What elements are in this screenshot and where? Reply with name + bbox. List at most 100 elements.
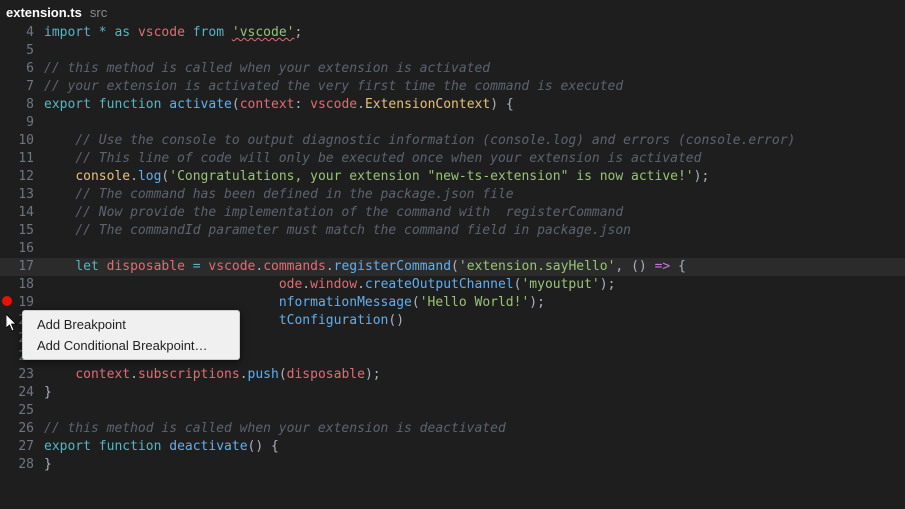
token [44, 223, 75, 238]
line-number[interactable]: 9 [0, 114, 44, 132]
token [130, 25, 138, 40]
code-content[interactable] [44, 42, 905, 60]
code-line[interactable]: 15 // The commandId parameter must match… [0, 222, 905, 240]
code-line[interactable]: 9 [0, 114, 905, 132]
token: ExtensionContext [365, 97, 490, 112]
line-number[interactable]: 25 [0, 402, 44, 420]
line-number[interactable]: 14 [0, 204, 44, 222]
line-number[interactable]: 17 [0, 258, 44, 276]
code-line[interactable]: 12 console.log('Congratulations, your ex… [0, 168, 905, 186]
line-number[interactable]: 16 [0, 240, 44, 258]
line-number[interactable]: 7 [0, 78, 44, 96]
code-line[interactable]: 28} [0, 456, 905, 474]
token: , () [615, 259, 654, 274]
line-number[interactable]: 18 [0, 276, 44, 294]
code-line[interactable]: 5 [0, 42, 905, 60]
code-line[interactable]: 25 [0, 402, 905, 420]
line-number[interactable]: 28 [0, 456, 44, 474]
token [224, 25, 232, 40]
gutter-context-menu[interactable]: Add Breakpoint Add Conditional Breakpoin… [22, 310, 240, 360]
code-content[interactable]: } [44, 456, 905, 474]
line-number[interactable]: 23 [0, 366, 44, 384]
code-content[interactable]: // This line of code will only be execut… [44, 150, 905, 168]
token [44, 133, 75, 148]
line-number[interactable]: 13 [0, 186, 44, 204]
token [44, 367, 75, 382]
token: . [357, 277, 365, 292]
token: from [193, 25, 224, 40]
token [99, 259, 107, 274]
token [91, 25, 99, 40]
token: ); [529, 295, 545, 310]
code-line[interactable]: 23 context.subscriptions.push(disposable… [0, 366, 905, 384]
code-content[interactable]: // Now provide the implementation of the… [44, 204, 905, 222]
code-content[interactable]: context.subscriptions.push(disposable); [44, 366, 905, 384]
token [44, 295, 279, 310]
token: () [388, 313, 404, 328]
code-content[interactable]: ode.window.createOutputChannel('myoutput… [44, 276, 905, 294]
token: function [99, 97, 162, 112]
code-content[interactable]: // The commandId parameter must match th… [44, 222, 905, 240]
code-line[interactable]: 14 // Now provide the implementation of … [0, 204, 905, 222]
token: ( [412, 295, 420, 310]
code-line[interactable]: 8export function activate(context: vscod… [0, 96, 905, 114]
menu-item-add-breakpoint[interactable]: Add Breakpoint [23, 314, 239, 335]
line-number[interactable]: 26 [0, 420, 44, 438]
line-number[interactable]: 12 [0, 168, 44, 186]
token [44, 187, 75, 202]
code-line[interactable]: 10 // Use the console to output diagnost… [0, 132, 905, 150]
code-line[interactable]: 17 let disposable = vscode.commands.regi… [0, 258, 905, 276]
code-content[interactable]: import * as vscode from 'vscode'; [44, 24, 905, 42]
token: * [99, 25, 107, 40]
code-line[interactable]: 24} [0, 384, 905, 402]
line-number[interactable]: 6 [0, 60, 44, 78]
editor-tab-bar[interactable]: extension.ts src [0, 0, 905, 24]
code-content[interactable]: console.log('Congratulations, your exten… [44, 168, 905, 186]
code-content[interactable]: // The command has been defined in the p… [44, 186, 905, 204]
token: // this method is called when your exten… [44, 421, 506, 436]
token: window [310, 277, 357, 292]
code-line[interactable]: 16 [0, 240, 905, 258]
token: : [295, 97, 311, 112]
token [185, 259, 193, 274]
line-number[interactable]: 11 [0, 150, 44, 168]
line-number[interactable]: 27 [0, 438, 44, 456]
token: export [44, 97, 91, 112]
menu-item-add-conditional-breakpoint[interactable]: Add Conditional Breakpoint… [23, 335, 239, 356]
line-number[interactable]: 5 [0, 42, 44, 60]
line-number[interactable]: 10 [0, 132, 44, 150]
code-content[interactable]: } [44, 384, 905, 402]
code-editor[interactable]: Add Breakpoint Add Conditional Breakpoin… [0, 24, 905, 509]
code-line[interactable]: 11 // This line of code will only be exe… [0, 150, 905, 168]
line-number[interactable]: 8 [0, 96, 44, 114]
code-content[interactable]: // your extension is activated the very … [44, 78, 905, 96]
token: 'Hello World!' [420, 295, 530, 310]
token: => [655, 259, 671, 274]
code-line[interactable]: 6// this method is called when your exte… [0, 60, 905, 78]
tab-filename: extension.ts [6, 5, 82, 20]
token: activate [169, 97, 232, 112]
code-content[interactable]: // this method is called when your exten… [44, 60, 905, 78]
code-content[interactable] [44, 402, 905, 420]
token: . [255, 259, 263, 274]
code-line[interactable]: 18 ode.window.createOutputChannel('myout… [0, 276, 905, 294]
code-line[interactable]: 27export function deactivate() { [0, 438, 905, 456]
code-content[interactable]: export function activate(context: vscode… [44, 96, 905, 114]
line-number[interactable]: 4 [0, 24, 44, 42]
token: deactivate [169, 439, 247, 454]
code-content[interactable] [44, 114, 905, 132]
code-content[interactable]: export function deactivate() { [44, 438, 905, 456]
code-content[interactable]: let disposable = vscode.commands.registe… [44, 258, 905, 276]
line-number[interactable]: 24 [0, 384, 44, 402]
code-content[interactable]: // this method is called when your exten… [44, 420, 905, 438]
token: { [506, 97, 514, 112]
token: ); [600, 277, 616, 292]
line-number[interactable]: 15 [0, 222, 44, 240]
code-line[interactable]: 13 // The command has been defined in th… [0, 186, 905, 204]
token: 'Congratulations, your extension "new-ts… [169, 169, 693, 184]
code-content[interactable] [44, 240, 905, 258]
code-line[interactable]: 4import * as vscode from 'vscode'; [0, 24, 905, 42]
code-content[interactable]: // Use the console to output diagnostic … [44, 132, 905, 150]
code-line[interactable]: 7// your extension is activated the very… [0, 78, 905, 96]
code-line[interactable]: 26// this method is called when your ext… [0, 420, 905, 438]
